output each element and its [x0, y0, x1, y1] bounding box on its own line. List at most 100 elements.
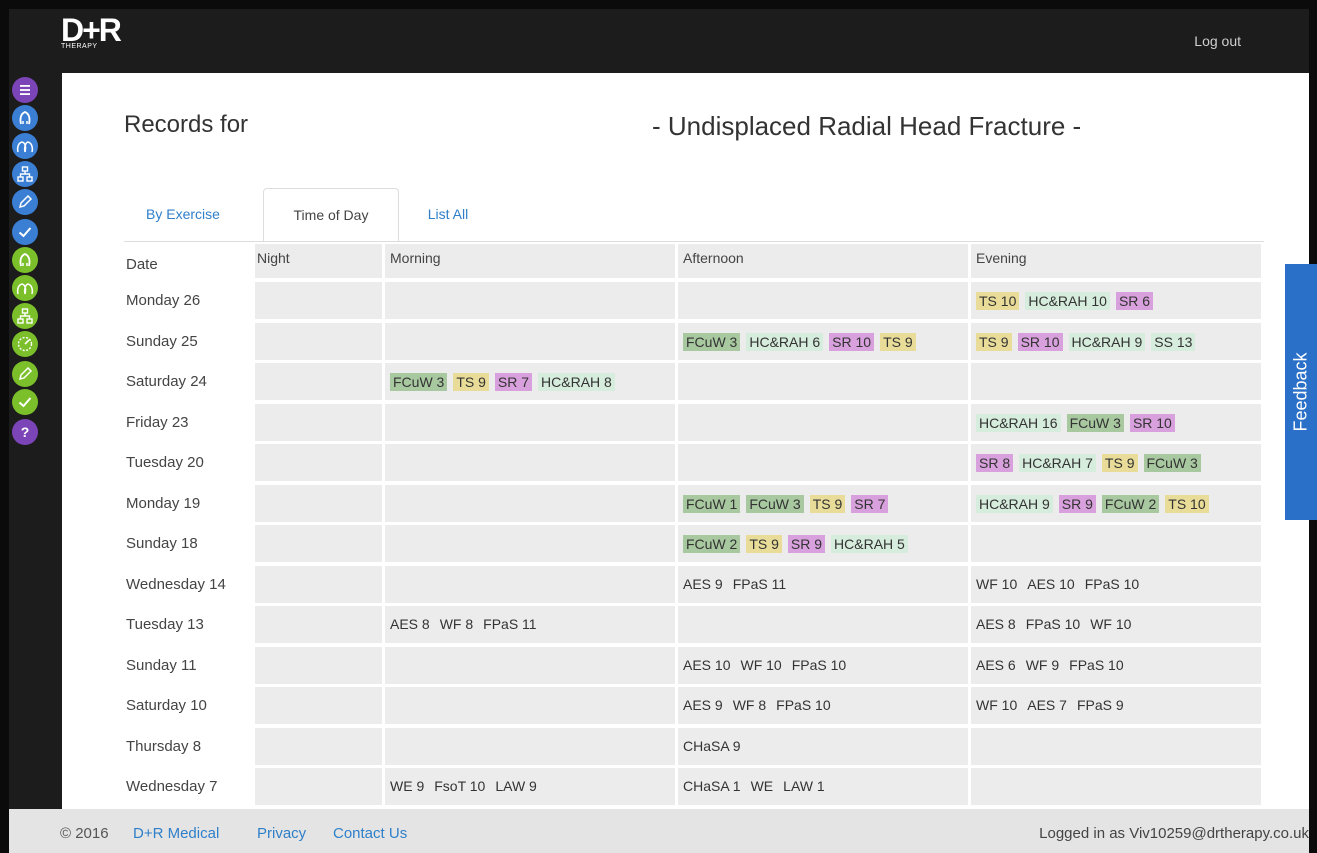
exercise-tag[interactable]: FCuW 1	[683, 494, 741, 513]
sidebar-check-button[interactable]	[12, 219, 38, 245]
exercise-tag[interactable]: TS 10	[976, 292, 1020, 310]
head-icon	[16, 251, 34, 269]
tab-list-all[interactable]: List All	[407, 188, 489, 241]
cell-morning	[385, 646, 675, 684]
exercise-tag[interactable]: TS 9	[453, 373, 489, 391]
exercise-tag[interactable]: SS 13	[1151, 332, 1196, 351]
exercise-tag[interactable]: SR 10	[1017, 332, 1063, 351]
exercise-tag[interactable]: HC&RAH 16	[976, 413, 1061, 432]
exercise-tag[interactable]: TS 9	[976, 332, 1012, 351]
sidebar-heads-button[interactable]	[12, 133, 38, 159]
exercise-tag[interactable]: FCuW 3	[1143, 454, 1201, 472]
sidebar-menu-button[interactable]	[12, 77, 38, 103]
sidebar-gauge-button[interactable]	[12, 331, 38, 357]
exercise-entry: LAW 1	[783, 778, 825, 794]
exercise-entry: AES 8	[390, 616, 430, 632]
exercise-tag[interactable]: FCuW 3	[746, 494, 804, 513]
sidebar-hierarchy-button[interactable]	[12, 303, 38, 329]
exercise-entry: AES 8	[976, 616, 1016, 632]
tab-time-of-day[interactable]: Time of Day	[263, 188, 399, 242]
exercise-tag[interactable]: HC&RAH 10	[1025, 292, 1110, 310]
exercise-tag[interactable]: FCuW 3	[683, 332, 741, 351]
cell-afternoon	[678, 444, 968, 481]
feedback-button[interactable]: Feedback	[1285, 264, 1317, 520]
exercise-tag[interactable]: HC&RAH 9	[976, 494, 1053, 513]
cell-night	[255, 727, 382, 765]
footer-link-dr-medical[interactable]: D+R Medical	[133, 825, 219, 842]
top-navbar: D+R THERAPY Log out	[9, 9, 1309, 73]
exercise-tag[interactable]: TS 9	[746, 535, 782, 553]
view-tabs: By Exercise Time of Day List All	[124, 188, 1264, 242]
cell-afternoon	[678, 363, 968, 400]
cell-evening: SR 8 HC&RAH 7 TS 9 FCuW 3	[971, 444, 1261, 481]
exercise-tag[interactable]: TS 9	[1101, 454, 1138, 472]
sidebar-help-button[interactable]: ?	[12, 419, 38, 445]
exercise-entry: AES 9	[683, 697, 723, 713]
exercise-tag[interactable]: TS 9	[809, 494, 846, 513]
cell-night	[255, 322, 382, 360]
cell-night	[255, 363, 382, 400]
sidebar-hierarchy-button[interactable]	[12, 161, 38, 187]
exercise-tag[interactable]: SR 10	[1129, 413, 1175, 432]
exercise-tag[interactable]: HC&RAH 6	[746, 332, 824, 351]
exercise-entry: FPaS 10	[1084, 575, 1140, 592]
exercise-entry: WF 10	[976, 697, 1018, 713]
row-date: Tuesday 20	[124, 444, 252, 481]
menu-icon	[16, 81, 34, 99]
page-title: Records for	[124, 111, 249, 138]
cell-morning	[385, 484, 675, 522]
cell-morning	[385, 322, 675, 360]
footer-link-contact-us[interactable]: Contact Us	[333, 825, 407, 842]
sidebar-heads-button[interactable]	[12, 275, 38, 301]
pencil-icon	[16, 193, 34, 211]
exercise-tag[interactable]: HC&RAH 5	[831, 535, 908, 553]
exercise-tag[interactable]: TS 10	[1165, 494, 1209, 513]
footer: © 2016 D+R Medical Privacy Contact Us Lo…	[9, 809, 1309, 853]
cell-night	[255, 768, 382, 805]
exercise-entry: AES 7	[1027, 697, 1067, 713]
row-date: Monday 19	[124, 484, 252, 522]
hierarchy-icon	[16, 165, 34, 183]
cell-night	[255, 687, 382, 724]
cell-evening: HC&RAH 16 FCuW 3 SR 10	[971, 403, 1261, 441]
exercise-tag[interactable]: FCuW 3	[390, 373, 448, 391]
dr-therapy-logo[interactable]: D+R THERAPY	[61, 13, 141, 71]
sidebar-pencil-button[interactable]	[12, 189, 38, 215]
sidebar-head-button[interactable]	[12, 247, 38, 273]
cell-afternoon: FCuW 2 TS 9 SR 9 HC&RAH 5	[678, 525, 968, 562]
exercise-tag[interactable]: FCuW 2	[683, 535, 741, 553]
exercise-tag[interactable]: HC&RAH 8	[538, 373, 615, 391]
cell-afternoon	[678, 403, 968, 441]
exercise-entry: WF 8	[732, 697, 767, 713]
exercise-entry: CHaSA 1	[683, 778, 741, 794]
exercise-tag[interactable]: SR 6	[1115, 292, 1154, 310]
exercise-tag[interactable]: SR 7	[494, 373, 533, 391]
row-date: Friday 23	[124, 403, 252, 441]
footer-link-privacy[interactable]: Privacy	[257, 825, 306, 842]
sidebar-check-button[interactable]	[12, 389, 38, 415]
exercise-tag[interactable]: FCuW 3	[1066, 413, 1124, 432]
exercise-tag[interactable]: SR 7	[851, 494, 889, 513]
sidebar-head-button[interactable]	[12, 105, 38, 131]
cell-night	[255, 606, 382, 643]
exercise-tag[interactable]: SR 9	[787, 535, 826, 553]
cell-evening: AES 6 WF 9 FPaS 10	[971, 646, 1261, 684]
heads-icon	[16, 137, 34, 155]
exercise-tag[interactable]: TS 9	[880, 332, 916, 351]
cell-morning	[385, 444, 675, 481]
row-date: Thursday 8	[124, 727, 252, 765]
exercise-tag[interactable]: FCuW 2	[1101, 494, 1160, 513]
cell-morning: AES 8 WF 8 FPaS 11	[385, 606, 675, 643]
exercise-tag[interactable]: SR 10	[829, 332, 875, 351]
exercise-tag[interactable]: SR 8	[976, 454, 1014, 472]
cell-night	[255, 525, 382, 562]
help-icon: ?	[20, 424, 30, 440]
row-date: Monday 26	[124, 282, 252, 319]
exercise-tag[interactable]: HC&RAH 7	[1019, 454, 1096, 472]
exercise-tag[interactable]: HC&RAH 9	[1068, 332, 1146, 351]
tab-by-exercise[interactable]: By Exercise	[124, 188, 242, 241]
row-date: Saturday 10	[124, 687, 252, 724]
logout-link[interactable]: Log out	[1194, 33, 1241, 49]
exercise-tag[interactable]: SR 9	[1058, 494, 1096, 513]
sidebar-pencil-button[interactable]	[12, 361, 38, 387]
